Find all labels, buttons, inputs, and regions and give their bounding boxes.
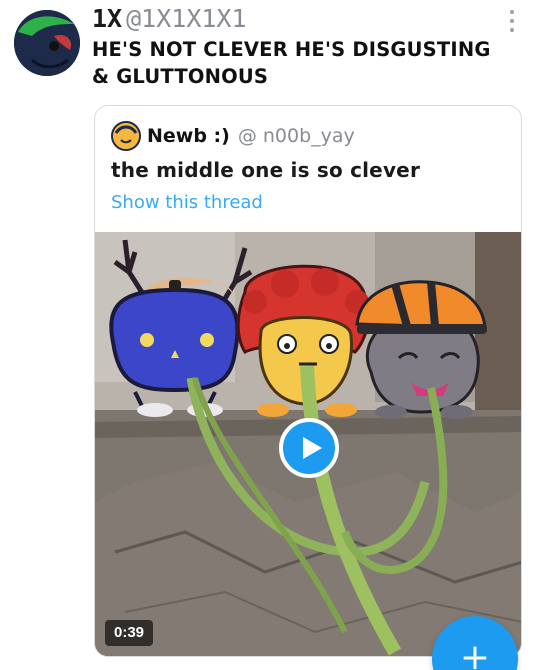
quoted-tweet-card[interactable]: Newb :) @ n00b_yay the middle one is so … (94, 105, 522, 657)
author-handle[interactable]: @1X1X1X1 (126, 4, 246, 33)
play-icon (303, 437, 322, 459)
green-wisp-avatar-icon (14, 10, 80, 76)
quoted-author-avatar[interactable] (111, 121, 141, 151)
yellow-face-avatar-icon (113, 123, 139, 149)
more-vertical-icon[interactable] (506, 10, 518, 32)
play-button[interactable] (279, 418, 339, 478)
author-avatar[interactable] (14, 10, 80, 76)
author-display-name[interactable]: 1X (92, 4, 122, 33)
plus-icon: + (459, 637, 491, 670)
tweet-text: HE'S NOT CLEVER HE'S DISGUSTING & GLUTTO… (92, 38, 491, 88)
quoted-author-handle[interactable]: @ n00b_yay (238, 125, 355, 147)
quoted-tweet-header: Newb :) @ n00b_yay (111, 121, 355, 151)
quoted-tweet-text: the middle one is so clever (111, 158, 421, 182)
quoted-author-display-name[interactable]: Newb :) (147, 125, 230, 147)
tweet-header: 1X @1X1X1X1 (92, 4, 500, 34)
video-player[interactable]: 0:39 (95, 232, 521, 656)
video-duration: 0:39 (105, 620, 154, 646)
show-thread-link[interactable]: Show this thread (111, 192, 263, 213)
